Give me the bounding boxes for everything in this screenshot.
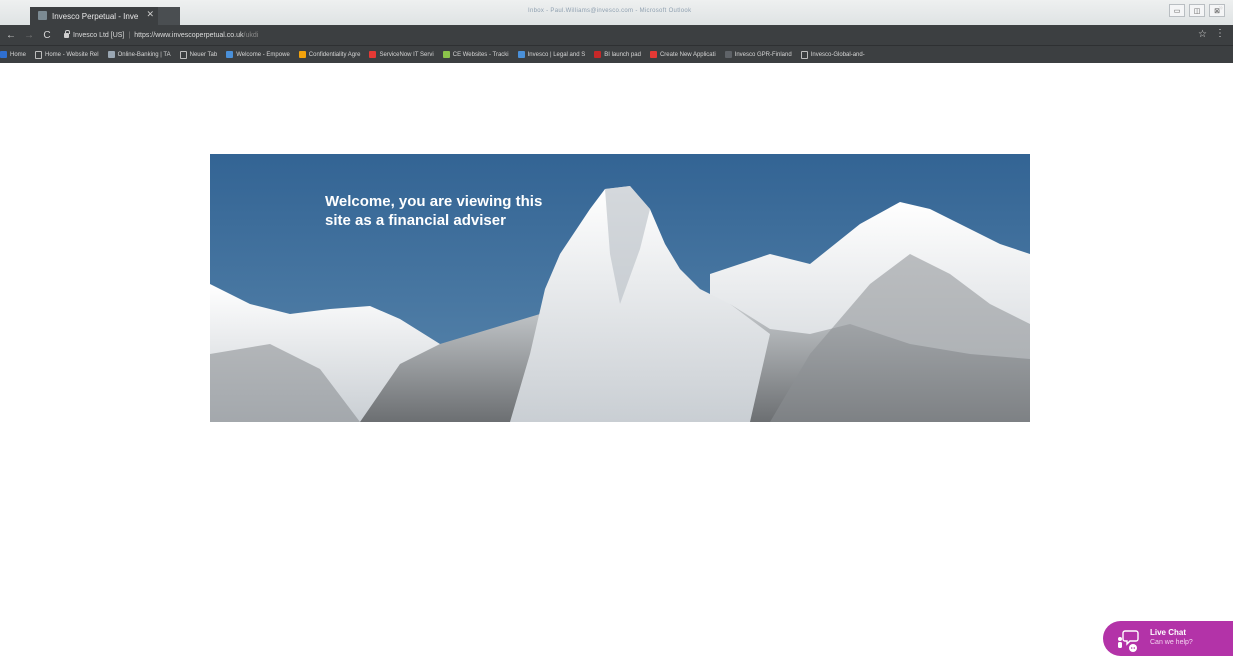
bookmark-label: Welcome - Empowe [236, 51, 290, 58]
bookmark-label: Home - Website Rel [45, 51, 99, 58]
bookmark-label: Invesco GPR-Finland [734, 51, 792, 58]
globe-icon [724, 51, 732, 58]
bi-icon [594, 51, 602, 58]
back-arrow-icon[interactable]: ← [4, 30, 18, 41]
minimize-icon[interactable]: ▭ [1169, 4, 1185, 17]
new-tab-button[interactable] [158, 7, 180, 25]
servicenow-icon [649, 51, 657, 58]
browser-tab-active[interactable]: Invesco Perpetual - Inve ✕ [30, 7, 168, 25]
bookmark-item[interactable]: BI launch pad [594, 51, 641, 58]
tab-title: Invesco Perpetual - Inve [52, 11, 139, 21]
bookmark-label: Invesco-Global-and- [810, 51, 865, 58]
browser-tab-strip: Invesco Perpetual - Inve ✕ Inbox - Paul.… [0, 0, 1233, 25]
page-icon [800, 50, 808, 59]
site-identity: Invesco Ltd [US] [73, 31, 125, 39]
bookmark-item[interactable]: Welcome - Empowe [226, 51, 290, 58]
forward-arrow-icon[interactable]: → [22, 30, 36, 41]
feather-icon [226, 51, 234, 58]
address-separator: | [128, 31, 131, 39]
hero-heading-line-1: Welcome, you are viewing this [325, 193, 543, 210]
bookmark-label: Home [10, 51, 27, 58]
bookmark-label: Create New Applicati [659, 51, 716, 58]
doc-icon [298, 51, 306, 58]
tracker-icon [442, 51, 450, 58]
bookmark-item[interactable]: Invesco GPR-Finland [724, 51, 792, 58]
bookmark-item[interactable]: Online-Banking | TA [107, 51, 171, 58]
page-icon [35, 50, 43, 59]
tab-favicon-icon [38, 11, 47, 20]
bookmark-item[interactable]: Confidentiality Agre [298, 51, 361, 58]
hero-banner: Welcome, you are viewing this site as a … [210, 154, 1030, 422]
mail-icon [107, 51, 115, 58]
bookmark-item[interactable]: Neuer Tab [179, 50, 218, 59]
bookmark-label: ServiceNow IT Servi [379, 51, 434, 58]
bookmark-label: Neuer Tab [189, 51, 218, 58]
bookmark-label: Confidentiality Agre [308, 51, 361, 58]
bookmarks-overflow-icon[interactable]: » [1219, 3, 1223, 12]
browser-menu-icon[interactable]: ⋮ [1215, 28, 1225, 39]
hero-heading-line-2: site as a financial adviser [325, 212, 506, 229]
live-chat-title: Live Chat [1150, 628, 1187, 637]
bookmark-label: Online-Banking | TA [117, 51, 171, 58]
url-path: /ukdi [243, 31, 259, 39]
bookmark-star-icon[interactable]: ☆ [1198, 29, 1207, 40]
restore-icon[interactable]: ◫ [1189, 4, 1205, 17]
live-chat-subtitle: Can we help? [1150, 639, 1193, 646]
bookmark-label: Invesco | Legal and S [527, 51, 586, 58]
chat-bubble-icon [1118, 630, 1139, 652]
url-base: https://www.invescoperpetual.co.uk [134, 31, 244, 39]
window-controls: ▭ ◫ ⊠ [1169, 4, 1225, 17]
lock-icon [64, 29, 70, 38]
bookmarks-bar: Home Home - Website Rel Online-Banking | T… [0, 45, 1233, 63]
bookmark-label: CE Websites - Tracki [452, 51, 509, 58]
bookmark-item[interactable]: Home - Website Rel [35, 50, 99, 59]
live-chat-button[interactable]: Live Chat Can we help? [1103, 621, 1233, 656]
bookmark-item[interactable]: Invesco | Legal and S [517, 51, 586, 58]
bookmark-item[interactable]: Invesco-Global-and- [800, 50, 865, 59]
bookmark-item[interactable]: Home [0, 51, 26, 58]
window-title: Inbox - Paul.Williams@invesco.com - Micr… [528, 8, 692, 14]
page-icon [179, 50, 187, 59]
feather-icon [517, 51, 525, 58]
browser-toolbar: ← → C Invesco Ltd [US] | https://www.inv… [0, 25, 1233, 45]
app-icon [0, 51, 7, 58]
tab-close-icon[interactable]: ✕ [146, 9, 154, 20]
servicenow-icon [369, 51, 377, 58]
address-bar[interactable]: Invesco Ltd [US] | https://www.invescope… [64, 27, 1204, 43]
bookmark-label: BI launch pad [604, 51, 641, 58]
bookmark-item[interactable]: CE Websites - Tracki [442, 51, 509, 58]
bookmark-item[interactable]: Create New Applicati [649, 51, 716, 58]
bookmark-item[interactable]: ServiceNow IT Servi [369, 51, 434, 58]
hero-heading: Welcome, you are viewing this site as a … [325, 192, 555, 230]
reload-icon[interactable]: C [40, 30, 54, 41]
